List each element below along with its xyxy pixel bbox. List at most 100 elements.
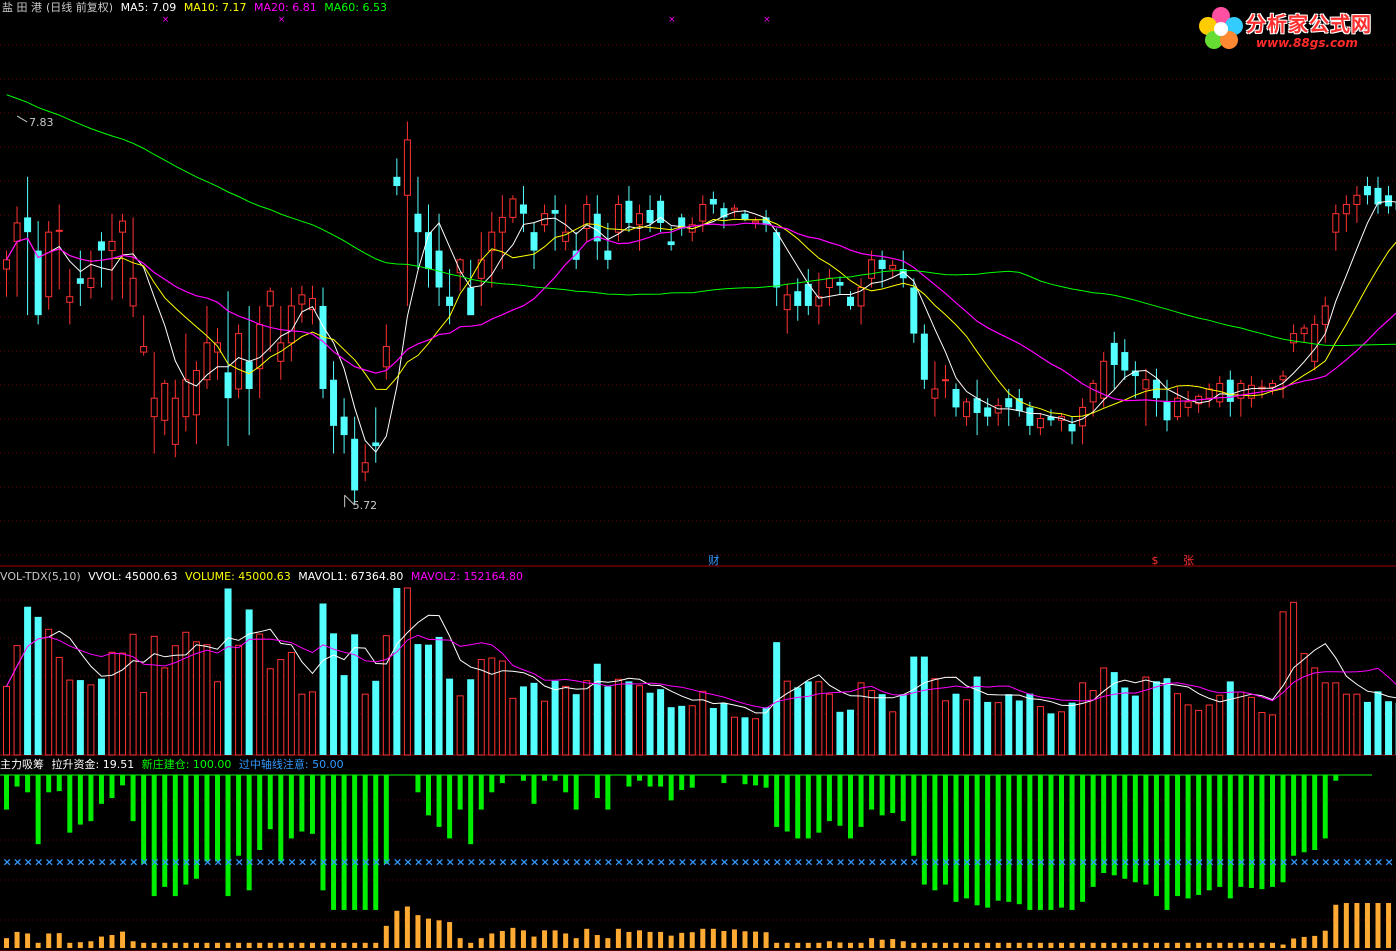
indicator-orange-bar	[668, 935, 674, 948]
indicator-orange-bar	[995, 942, 1001, 948]
indicator-green-bar	[309, 775, 315, 834]
candle-body	[1226, 379, 1234, 402]
candle-body	[446, 296, 454, 306]
midline-marker: ×	[847, 856, 856, 869]
volume-bar	[1353, 693, 1361, 756]
candle-body	[709, 198, 717, 205]
volume-bar	[361, 693, 369, 756]
indicator-orange-bar	[879, 939, 885, 948]
midline-marker: ×	[13, 856, 22, 869]
candle-body	[351, 438, 359, 491]
indicator-green-bar	[900, 775, 906, 822]
volume-bar	[941, 700, 949, 756]
candle-body	[76, 278, 84, 284]
indicator-green-bar	[974, 775, 980, 906]
indicator-orange-bar	[1175, 942, 1181, 948]
midline-marker: ×	[1279, 856, 1288, 869]
midline-marker: ×	[1100, 856, 1109, 869]
indicator-orange-bar	[1248, 942, 1254, 948]
midline-marker: ×	[1058, 856, 1067, 869]
candle-body	[477, 259, 485, 279]
volume-bar	[182, 631, 190, 756]
candle-body	[45, 231, 53, 298]
candle-body	[235, 333, 243, 390]
candle-body	[13, 222, 21, 242]
midline-marker: ×	[1015, 856, 1024, 869]
midline-marker: ×	[298, 856, 307, 869]
volume-bar	[963, 699, 971, 756]
midline-marker: ×	[604, 856, 613, 869]
midline-marker: ×	[1068, 856, 1077, 869]
midline-marker: ×	[1089, 856, 1098, 869]
indicator-green-bar	[25, 775, 31, 793]
candle-body	[667, 241, 675, 246]
midline-marker: ×	[119, 856, 128, 869]
volume-bar	[1005, 694, 1013, 755]
midline-marker: ×	[1290, 856, 1299, 869]
candle-body	[66, 296, 74, 303]
midline-marker: ×	[1216, 856, 1225, 869]
midline-marker: ×	[1110, 856, 1119, 869]
indicator-orange-bar	[679, 932, 685, 948]
candle-body	[1269, 382, 1276, 388]
indicator-orange-bar	[1153, 942, 1159, 948]
candle-body	[24, 217, 32, 233]
midline-marker: ×	[730, 856, 739, 869]
midline-marker: ×	[878, 856, 887, 869]
indicator-orange-bar	[1027, 942, 1033, 948]
indicator-green-bar	[552, 775, 558, 781]
volume-bar	[530, 682, 538, 755]
candle-body	[1015, 398, 1023, 412]
logo-url: www.88gs.com	[1256, 36, 1358, 50]
indicator-orange-bar	[1354, 903, 1360, 948]
indicator-green-bar	[679, 775, 685, 790]
midline-marker: ×	[920, 856, 929, 869]
indicator-green-bar	[1301, 775, 1307, 853]
indicator-orange-bar	[1037, 942, 1043, 948]
volume-bar	[403, 587, 411, 756]
midline-marker: ×	[214, 856, 223, 869]
indicator-green-bar	[647, 775, 653, 787]
midline-marker: ×	[941, 856, 950, 869]
indicator-green-bar	[162, 775, 168, 887]
indicator-green-bar	[520, 775, 526, 781]
indicator-orange-bar	[1259, 942, 1265, 948]
candle-body	[931, 388, 939, 399]
midline-marker: ×	[973, 856, 982, 869]
indicator-green-bar	[109, 775, 115, 799]
indicator-green-bar	[225, 775, 231, 897]
midline-marker: ×	[572, 856, 581, 869]
volume-bar	[3, 685, 10, 756]
indicator-orange-bar	[309, 942, 315, 948]
indicator-green-bar	[468, 775, 474, 845]
signal-marker: ×	[278, 15, 286, 25]
candle-body	[245, 361, 253, 389]
indicator-orange-bar	[88, 941, 94, 948]
candle-body	[319, 305, 327, 389]
midline-marker: ×	[498, 856, 507, 869]
indicator-orange-bar	[383, 925, 389, 948]
indicator-green-bar	[457, 775, 463, 810]
volume-bar	[467, 679, 475, 755]
volume-bar	[129, 633, 137, 756]
volume-bar	[1290, 601, 1298, 756]
candle-body	[435, 250, 443, 288]
volume-bar	[76, 680, 84, 755]
midline-marker: ×	[1142, 856, 1151, 869]
indicator-green-bar	[172, 775, 178, 897]
midline-marker: ×	[994, 856, 1003, 869]
indicator-green-bar	[542, 775, 548, 781]
midline-marker: ×	[425, 856, 434, 869]
indicator-orange-bar	[120, 931, 126, 948]
indicator-green-bar	[373, 775, 379, 910]
midline-marker: ×	[1026, 856, 1035, 869]
indicator-orange-bar	[288, 942, 294, 948]
indicator-orange-bar	[774, 942, 780, 948]
indicator-green-bar	[848, 775, 853, 839]
midline-marker: ×	[171, 856, 180, 869]
indicator-orange-bar	[1206, 942, 1212, 948]
candle-body	[1332, 213, 1340, 233]
indicator-green-bar	[77, 775, 83, 825]
midline-marker: ×	[1005, 856, 1014, 869]
volume-bar	[836, 711, 844, 755]
